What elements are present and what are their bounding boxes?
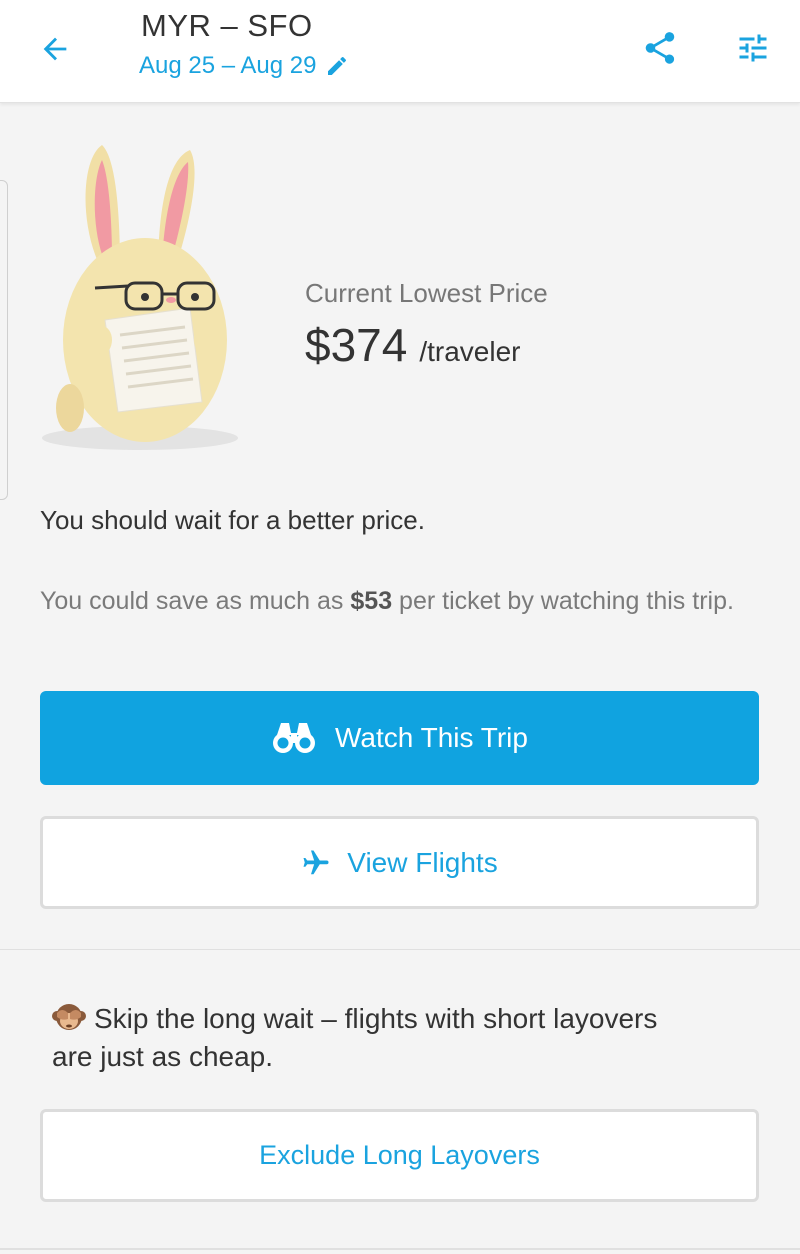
bottom-divider — [0, 1248, 800, 1250]
savings-text: You could save as much as $53 per ticket… — [40, 584, 760, 618]
layover-tip: Skip the long wait – flights with short … — [52, 1000, 692, 1076]
section-divider — [0, 949, 800, 950]
view-flights-button[interactable]: View Flights — [40, 816, 759, 909]
share-button[interactable] — [636, 24, 684, 72]
side-drawer-handle[interactable] — [0, 180, 8, 500]
trip-dates: Aug 25 – Aug 29 — [139, 52, 317, 79]
app-header: MYR – SFO Aug 25 – Aug 29 — [0, 0, 800, 103]
layover-tip-text: Skip the long wait – flights with short … — [52, 1003, 658, 1072]
edit-dates-button[interactable]: Aug 25 – Aug 29 — [139, 52, 349, 80]
price-label: Current Lowest Price — [305, 278, 548, 308]
savings-amount: $53 — [350, 587, 393, 615]
arrow-back-icon — [43, 37, 67, 61]
savings-suffix: per ticket by watching this trip. — [392, 587, 734, 615]
savings-prefix: You could save as much as — [40, 587, 351, 615]
current-price: $374 — [305, 319, 408, 371]
sliders-icon — [739, 34, 767, 62]
view-flights-label: View Flights — [347, 846, 498, 878]
watch-trip-label: Watch This Trip — [335, 722, 528, 753]
bunny-mascot-image — [42, 145, 238, 450]
share-icon — [645, 32, 675, 64]
pencil-icon — [325, 54, 349, 78]
see-no-evil-monkey-icon — [52, 1004, 86, 1030]
price-row: $374 /traveler — [305, 318, 521, 372]
filter-button[interactable] — [728, 24, 778, 72]
binoculars-icon — [273, 723, 316, 753]
exclude-long-layovers-button[interactable]: Exclude Long Layovers — [40, 1109, 759, 1202]
back-button[interactable] — [30, 24, 80, 74]
watch-trip-button[interactable]: Watch This Trip — [40, 691, 759, 785]
airplane-icon — [303, 850, 329, 874]
advice-headline: You should wait for a better price. — [40, 505, 425, 535]
exclude-long-layovers-label: Exclude Long Layovers — [259, 1140, 540, 1170]
route-title: MYR – SFO — [141, 8, 313, 43]
price-unit: /traveler — [419, 336, 521, 367]
